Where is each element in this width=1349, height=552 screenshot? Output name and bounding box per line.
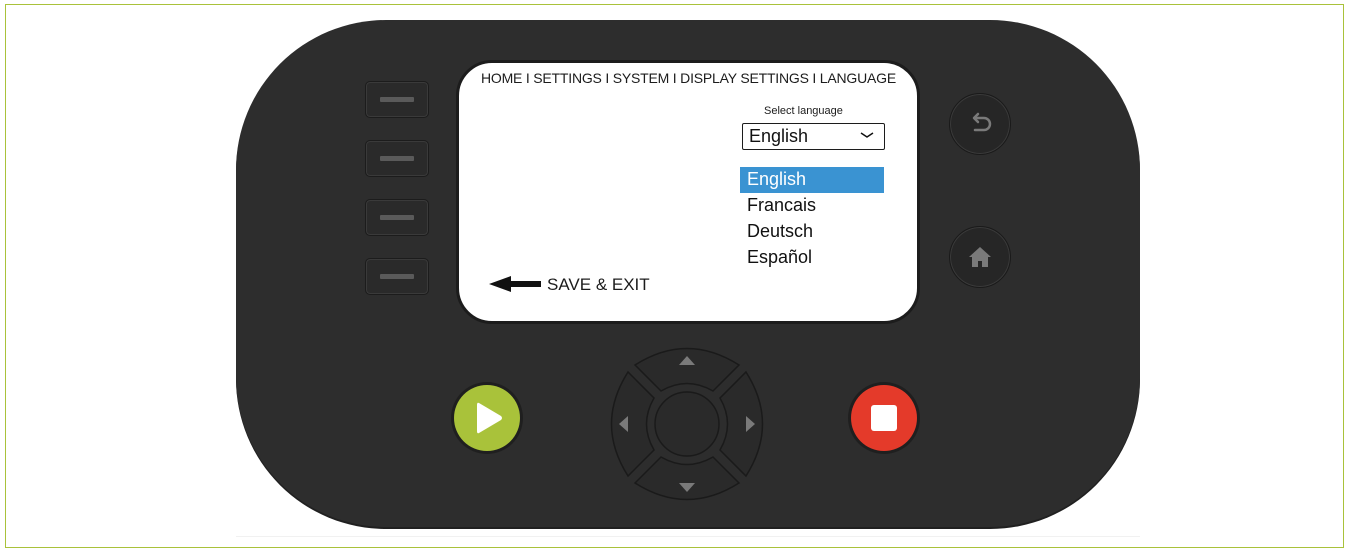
display-screen: HOME I SETTINGS I SYSTEM I DISPLAY SETTI… — [456, 60, 920, 324]
stop-icon — [871, 405, 897, 431]
language-options-list: English Francais Deutsch Español — [740, 167, 884, 271]
dpad-left-button[interactable] — [610, 370, 655, 478]
breadcrumb: HOME I SETTINGS I SYSTEM I DISPLAY SETTI… — [481, 70, 896, 86]
play-button[interactable] — [454, 385, 520, 451]
dpad-center-button[interactable] — [654, 391, 720, 457]
device-shadow — [236, 536, 1140, 537]
home-button[interactable] — [949, 226, 1011, 288]
softkey-4[interactable] — [365, 258, 429, 295]
play-icon — [477, 402, 502, 434]
chevron-down-icon — [860, 132, 874, 138]
dpad-up-button[interactable] — [633, 347, 741, 392]
softkey-2[interactable] — [365, 140, 429, 177]
option-english[interactable]: English — [740, 167, 884, 193]
softkey-bar — [380, 156, 414, 161]
softkey-bar — [380, 274, 414, 279]
back-arrow-icon — [972, 112, 992, 132]
dpad-right-button[interactable] — [719, 370, 764, 478]
direction-pad — [610, 347, 764, 501]
home-icon — [969, 247, 991, 267]
dpad-down-button[interactable] — [633, 456, 741, 501]
stop-button[interactable] — [851, 385, 917, 451]
language-select[interactable]: English — [742, 123, 885, 150]
select-language-label: Select language — [764, 105, 843, 117]
softkey-bar — [380, 97, 414, 102]
softkey-3[interactable] — [365, 199, 429, 236]
softkey-1[interactable] — [365, 81, 429, 118]
save-exit-label: SAVE & EXIT — [547, 275, 650, 294]
softkey-bar — [380, 215, 414, 220]
option-francais[interactable]: Francais — [740, 193, 884, 219]
back-button[interactable] — [949, 93, 1011, 155]
option-deutsch[interactable]: Deutsch — [740, 219, 884, 245]
option-espanol[interactable]: Español — [740, 245, 884, 271]
language-select-value: English — [749, 126, 809, 146]
left-arrow-icon — [489, 276, 541, 292]
